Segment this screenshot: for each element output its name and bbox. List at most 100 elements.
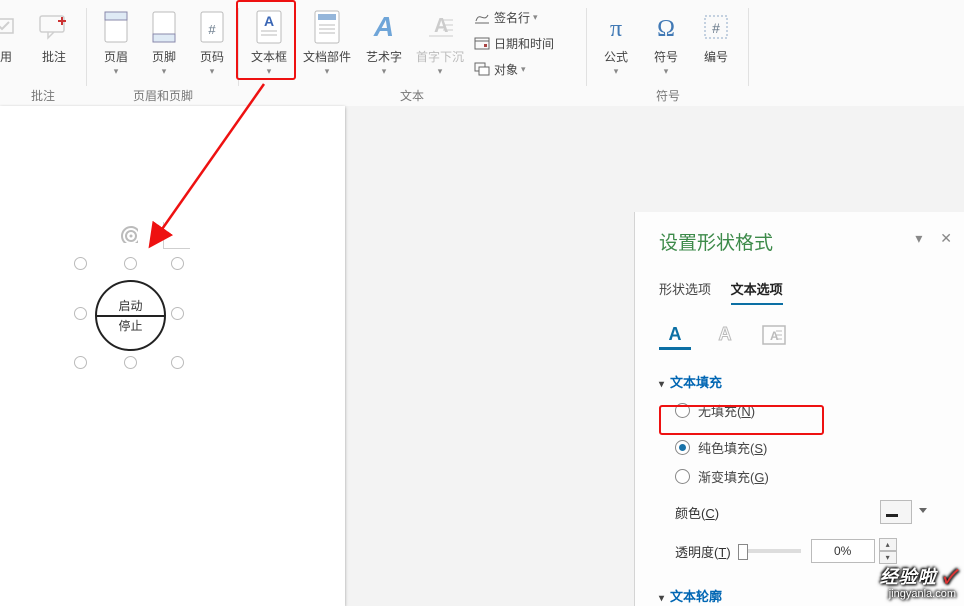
slider-thumb[interactable] — [738, 544, 748, 560]
equation-button[interactable]: π 公式 ▾ — [592, 4, 640, 84]
section-text-fill-header[interactable]: 文本填充 — [659, 372, 946, 391]
footer-label: 页脚 — [140, 50, 188, 64]
equation-label: 公式 — [592, 50, 640, 64]
chevron-down-icon: ▾ — [242, 66, 296, 77]
dropcap-label: 首字下沉 — [410, 50, 470, 64]
group-symbols-label: 符号 — [590, 87, 746, 104]
header-icon — [92, 4, 140, 50]
workspace: 启动 停止 设置形状格式 ▾ ✕ — [0, 106, 964, 606]
symbol-button[interactable]: Ω 符号 ▾ — [642, 4, 690, 84]
dropcap-icon: A — [410, 4, 470, 50]
radio-solid-fill[interactable]: 纯色填充(S) — [659, 438, 946, 457]
handle[interactable] — [171, 257, 184, 270]
docparts-icon — [298, 4, 356, 50]
document-page[interactable]: 启动 停止 — [0, 106, 345, 606]
section-text-outline: 文本轮廓 无线条(N) 实线(S) 渐变线(G) — [659, 586, 946, 606]
footer-button[interactable]: 页脚 ▾ — [140, 4, 188, 84]
handle[interactable] — [74, 356, 87, 369]
pagenum-label: 页码 — [188, 50, 236, 64]
svg-text:A: A — [264, 13, 274, 29]
tab-text-options[interactable]: 文本选项 — [731, 279, 783, 305]
text-small-stack: 签名行 ▾ 日期和时间 对象 ▾ — [472, 4, 558, 82]
radio-icon — [675, 403, 690, 418]
comment-button[interactable]: 批注 — [28, 4, 80, 84]
chevron-down-icon: ▾ — [140, 66, 188, 77]
handle[interactable] — [124, 356, 137, 369]
transparency-slider[interactable] — [741, 549, 801, 553]
accept-button[interactable]: 用 — [0, 4, 22, 84]
footer-icon — [140, 4, 188, 50]
textbox-label: 文本框 — [242, 50, 296, 64]
accept-icon — [0, 4, 22, 50]
tab-shape-options[interactable]: 形状选项 — [659, 279, 711, 298]
pagenum-button[interactable]: # 页码 ▾ — [188, 4, 236, 84]
chevron-down-icon: ▾ — [298, 66, 356, 77]
group-text-label: 文本 — [242, 87, 582, 104]
pane-tabs: 形状选项 文本选项 — [659, 279, 946, 305]
transparency-row: 透明度(T) 0% ▴▾ — [659, 538, 946, 564]
handle[interactable] — [124, 257, 137, 270]
sigline-label: 签名行 — [494, 9, 530, 26]
docparts-button[interactable]: 文档部件 ▾ — [298, 4, 356, 84]
number-button[interactable]: # 编号 — [692, 4, 740, 84]
pane-options-button[interactable]: ▾ — [915, 230, 922, 246]
svg-text:A: A — [718, 324, 731, 344]
color-picker[interactable] — [880, 500, 912, 524]
section-text-fill: 文本填充 无填充(N) 纯色填充(S) 渐变填充(G) 颜色(C) — [659, 372, 946, 564]
textbox-icon: A — [242, 4, 296, 50]
text-fill-outline-icon[interactable]: A — [659, 321, 691, 350]
group-symbols: π 公式 ▾ Ω 符号 ▾ # 编号 符号 — [590, 0, 746, 106]
pagenum-icon: # — [188, 4, 236, 50]
svg-text:A: A — [669, 324, 682, 344]
wordart-label: 艺术字 — [358, 50, 410, 64]
handle[interactable] — [74, 257, 87, 270]
chevron-down-icon: ▾ — [533, 12, 538, 23]
radio-no-fill[interactable]: 无填充(N) — [659, 401, 946, 420]
chevron-down-icon: ▾ — [358, 66, 410, 77]
ribbon: 用 批注 批注 页眉 ▾ 页脚 ▾ # — [0, 0, 964, 107]
wordart-button[interactable]: A 艺术字 ▾ — [358, 4, 410, 84]
group-header-footer: 页眉 ▾ 页脚 ▾ # 页码 ▾ 页眉和页脚 — [90, 0, 236, 106]
group-text: A 文本框 ▾ 文档部件 ▾ A 艺术字 ▾ A 首字下沉 ▾ — [242, 0, 582, 106]
pane-close-button[interactable]: ✕ — [940, 230, 952, 246]
symbol-icon: Ω — [642, 4, 690, 50]
group-comments: 用 批注 批注 — [0, 0, 86, 106]
transparency-spinner[interactable]: ▴▾ — [879, 538, 895, 564]
number-label: 编号 — [692, 50, 740, 64]
handle[interactable] — [74, 307, 87, 320]
pane-controls: ▾ ✕ — [901, 230, 952, 247]
text-effects-icon[interactable]: A — [709, 321, 741, 347]
textbox-options-icon[interactable]: A — [758, 322, 790, 348]
radio-icon — [675, 440, 690, 455]
header-button[interactable]: 页眉 ▾ — [92, 4, 140, 84]
chevron-down-icon: ▾ — [188, 66, 236, 77]
svg-text:#: # — [712, 20, 720, 36]
sigline-button[interactable]: 签名行 ▾ — [472, 4, 558, 30]
svg-text:π: π — [610, 16, 622, 42]
format-shape-pane: 设置形状格式 ▾ ✕ 形状选项 文本选项 A A A 文本填充 — [634, 212, 964, 606]
radio-icon — [675, 469, 690, 484]
handle[interactable] — [171, 307, 184, 320]
symbol-label: 符号 — [642, 50, 690, 64]
wordart-icon: A — [358, 4, 410, 50]
chevron-down-icon: ▾ — [642, 66, 690, 77]
chevron-down-icon: ▾ — [410, 66, 470, 77]
swirl-icon — [118, 223, 138, 243]
comment-icon — [28, 4, 80, 50]
transparency-value[interactable]: 0% — [811, 539, 875, 563]
datetime-icon — [474, 35, 490, 51]
textbox-button[interactable]: A 文本框 ▾ — [242, 4, 296, 84]
header-label: 页眉 — [92, 50, 140, 64]
handle[interactable] — [171, 356, 184, 369]
docparts-label: 文档部件 — [298, 50, 356, 64]
chevron-down-icon: ▾ — [521, 64, 526, 75]
color-row: 颜色(C) — [659, 500, 946, 524]
chevron-down-icon: ▾ — [592, 66, 640, 77]
dropcap-button[interactable]: A 首字下沉 ▾ — [410, 4, 470, 84]
radio-gradient-fill[interactable]: 渐变填充(G) — [659, 467, 946, 486]
svg-text:#: # — [208, 22, 216, 37]
svg-text:A: A — [434, 15, 448, 37]
section-text-outline-header[interactable]: 文本轮廓 — [659, 586, 946, 605]
object-button[interactable]: 对象 ▾ — [472, 56, 558, 82]
datetime-button[interactable]: 日期和时间 — [472, 30, 558, 56]
